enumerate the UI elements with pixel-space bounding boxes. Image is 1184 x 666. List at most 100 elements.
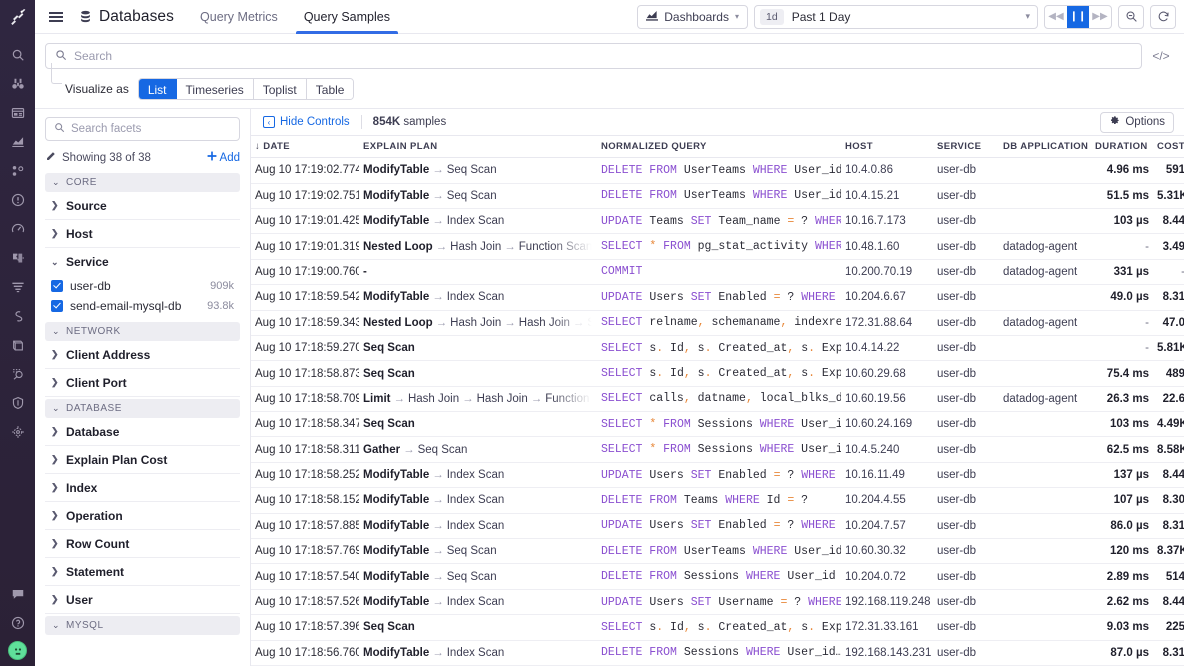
facet-group-network[interactable]: ⌄ NETWORK bbox=[45, 322, 240, 341]
viz-option-table[interactable]: Table bbox=[306, 79, 354, 99]
col-explain-plan[interactable]: EXPLAIN PLAN bbox=[359, 135, 597, 159]
facet-row-count[interactable]: ❯ Row Count bbox=[45, 530, 240, 558]
tab-query-samples[interactable]: Query Samples bbox=[295, 0, 399, 34]
metrics-chart-icon[interactable] bbox=[0, 127, 35, 156]
search-input[interactable] bbox=[74, 49, 1132, 63]
table-row[interactable]: Aug 10 17:18:57.396 Seq Scan SELECT s. Id,… bbox=[251, 614, 1184, 641]
facet-explain-plan-cost[interactable]: ❯ Explain Plan Cost bbox=[45, 446, 240, 474]
table-row[interactable]: Aug 10 17:18:57.540 ModifyTable → Seq Scan D… bbox=[251, 563, 1184, 590]
cell-cost: 5.81K bbox=[1153, 335, 1184, 362]
facet-client-port[interactable]: ❯ Client Port bbox=[45, 369, 240, 397]
facet-database[interactable]: ❯ Database bbox=[45, 418, 240, 446]
facet-client-address[interactable]: ❯ Client Address bbox=[45, 341, 240, 369]
col-date[interactable]: ↓ DATE bbox=[251, 135, 359, 159]
traces-link-icon[interactable] bbox=[0, 301, 35, 330]
table-row[interactable]: Aug 10 17:19:02.774 ModifyTable → Seq Scan D… bbox=[251, 157, 1184, 184]
cell-db-application bbox=[999, 208, 1091, 235]
col-host[interactable]: HOST bbox=[841, 135, 933, 159]
chat-icon[interactable] bbox=[0, 579, 35, 608]
facet-value-user-db[interactable]: user-db 909k bbox=[51, 276, 234, 296]
search-box[interactable] bbox=[45, 43, 1142, 69]
table-row[interactable]: Aug 10 17:18:57.885 ModifyTable → Index Sca… bbox=[251, 513, 1184, 540]
table-row[interactable]: Aug 10 17:19:00.760- COMMIT 10.200.70.19 us… bbox=[251, 259, 1184, 286]
facet-group-mysql[interactable]: ⌄ MYSQL bbox=[45, 616, 240, 635]
watchdog-binoculars-icon[interactable] bbox=[0, 69, 35, 98]
table-row[interactable]: Aug 10 17:18:58.152 ModifyTable → Index Sca… bbox=[251, 487, 1184, 514]
viz-option-list[interactable]: List bbox=[138, 79, 177, 99]
hide-controls-button[interactable]: ‹ Hide Controls bbox=[263, 116, 350, 129]
integrations-puzzle-icon[interactable] bbox=[0, 243, 35, 272]
list-control-bar: ‹ Hide Controls 854K samples Options bbox=[251, 109, 1184, 135]
time-range-picker[interactable]: 1d Past 1 Day ▾ bbox=[754, 4, 1038, 29]
security-shield-icon[interactable] bbox=[0, 388, 35, 417]
facet-group-core[interactable]: ⌄ CORE bbox=[45, 173, 240, 192]
table-row[interactable]: Aug 10 17:19:02.751 ModifyTable → Seq Scan D… bbox=[251, 183, 1184, 209]
query-token: SET bbox=[690, 290, 712, 304]
datadog-logo[interactable] bbox=[0, 0, 35, 34]
logs-funnel-icon[interactable] bbox=[0, 272, 35, 301]
plan-node: Index Scan bbox=[446, 494, 505, 507]
col-service[interactable]: SERVICE bbox=[933, 135, 999, 159]
checkbox[interactable] bbox=[51, 280, 63, 292]
table-row[interactable]: Aug 10 17:19:01.425 ModifyTable → Index Sca… bbox=[251, 208, 1184, 235]
facet-group-database[interactable]: ⌄ DATABASE bbox=[45, 399, 240, 418]
dashboards-icon[interactable] bbox=[0, 98, 35, 127]
table-row[interactable]: Aug 10 17:18:59.343 Nested Loop → Hash Join… bbox=[251, 310, 1184, 336]
dashboards-button[interactable]: Dashboards ▾ bbox=[637, 4, 748, 29]
viz-option-timeseries[interactable]: Timeseries bbox=[176, 79, 254, 99]
facet-host[interactable]: ❯ Host bbox=[45, 220, 240, 248]
refresh-icon[interactable] bbox=[1150, 4, 1176, 29]
table-row[interactable]: Aug 10 17:18:58.252 ModifyTable → Index Sca… bbox=[251, 462, 1184, 489]
table-row[interactable]: Aug 10 17:18:57.526 ModifyTable → Index Sca… bbox=[251, 589, 1184, 616]
tab-query-metrics[interactable]: Query Metrics bbox=[198, 0, 280, 34]
cell-date: Aug 10 17:18:58.311 bbox=[251, 436, 359, 463]
facet-search-box[interactable] bbox=[45, 117, 240, 141]
code-view-button[interactable]: </> bbox=[1148, 43, 1174, 69]
arrow-icon: → bbox=[432, 291, 444, 304]
add-facet-button[interactable]: Add bbox=[207, 151, 240, 164]
facet-host-label: Host bbox=[66, 226, 93, 241]
col-db-application[interactable]: DB APPLICATION bbox=[999, 135, 1091, 159]
pause-button[interactable]: ❙❙ bbox=[1067, 5, 1089, 28]
facet-search-input[interactable] bbox=[71, 123, 231, 135]
viz-option-toplist[interactable]: Toplist bbox=[253, 79, 307, 99]
rum-search-icon[interactable] bbox=[0, 359, 35, 388]
events-alert-icon[interactable] bbox=[0, 185, 35, 214]
table-row[interactable]: Aug 10 17:18:58.709 Limit → Hash Join → Hash … bbox=[251, 386, 1184, 413]
table-row[interactable]: Aug 10 17:18:59.270 Seq Scan SELECT s. Id,… bbox=[251, 335, 1184, 362]
table-row[interactable]: Aug 10 17:18:57.769 ModifyTable → Seq Scan D… bbox=[251, 538, 1184, 565]
table-row[interactable]: Aug 10 17:18:58.347 Seq Scan SELECT * FROM… bbox=[251, 411, 1184, 438]
facet-statement[interactable]: ❯ Statement bbox=[45, 558, 240, 586]
search-icon[interactable] bbox=[0, 40, 35, 69]
table-row[interactable]: Aug 10 17:18:58.873 Seq Scan SELECT s. Id,… bbox=[251, 360, 1184, 387]
col-normalized-query[interactable]: NORMALIZED QUERY bbox=[597, 135, 841, 159]
table-row[interactable]: Aug 10 17:19:01.319 Nested Loop → Hash Join… bbox=[251, 233, 1184, 260]
facet-operation[interactable]: ❯ Operation bbox=[45, 502, 240, 530]
cell-db-application: datadog-agent bbox=[999, 310, 1091, 336]
help-icon[interactable] bbox=[0, 608, 35, 637]
facet-service[interactable]: ⌄ Service bbox=[45, 248, 240, 276]
edit-pencil-icon[interactable] bbox=[45, 151, 56, 165]
facet-index[interactable]: ❯ Index bbox=[45, 474, 240, 502]
checkbox[interactable] bbox=[51, 300, 63, 312]
facet-value-send-email-mysql-db[interactable]: send-email-mysql-db 93.8k bbox=[51, 296, 234, 316]
database-book-icon[interactable] bbox=[0, 330, 35, 359]
facet-user[interactable]: ❯ User bbox=[45, 586, 240, 614]
step-forward-button[interactable]: ▶▶ bbox=[1089, 6, 1111, 28]
col-duration[interactable]: DURATION bbox=[1091, 135, 1153, 159]
step-backward-button[interactable]: ◀◀ bbox=[1045, 6, 1067, 28]
collapse-left-icon: ‹ bbox=[263, 116, 275, 129]
options-button[interactable]: Options bbox=[1100, 111, 1174, 133]
hamburger-icon[interactable] bbox=[45, 15, 67, 18]
network-globe-icon[interactable] bbox=[0, 417, 35, 446]
table-row[interactable]: Aug 10 17:18:59.542 ModifyTable → Index Sca… bbox=[251, 284, 1184, 311]
table-row[interactable]: Aug 10 17:18:56.760 ModifyTable → Index Sca… bbox=[251, 640, 1184, 666]
avatar[interactable] bbox=[8, 641, 27, 660]
apm-gauge-icon[interactable] bbox=[0, 214, 35, 243]
col-cost[interactable]: COST bbox=[1153, 135, 1184, 159]
table-row[interactable]: Aug 10 17:18:58.311 Gather → Seq Scan SELECT… bbox=[251, 436, 1184, 463]
facet-source[interactable]: ❯ Source bbox=[45, 192, 240, 220]
zoom-out-icon[interactable] bbox=[1118, 4, 1144, 29]
notebooks-icon[interactable] bbox=[0, 156, 35, 185]
query-token: SELECT bbox=[601, 417, 643, 431]
